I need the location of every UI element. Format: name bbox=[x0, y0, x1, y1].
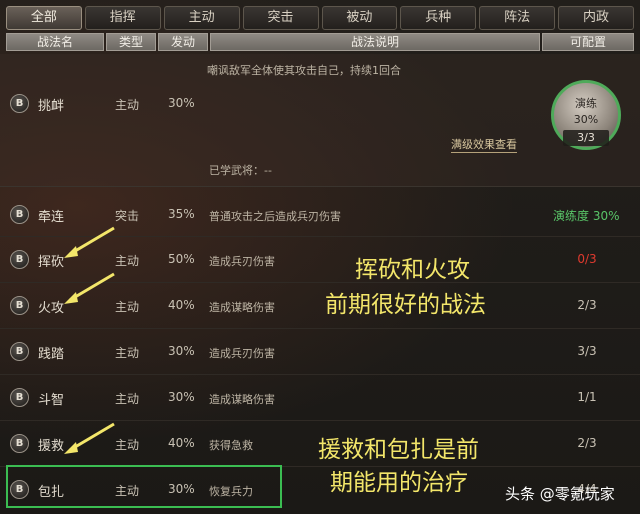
arrow-icon bbox=[64, 422, 115, 454]
skill-rate: 40% bbox=[168, 436, 195, 450]
skill-rate: 50% bbox=[168, 252, 195, 266]
watermark: 头条 @零氪玩家 bbox=[505, 485, 615, 503]
skill-config: 1/1 bbox=[577, 390, 597, 404]
train-count: 3/3 bbox=[563, 130, 609, 146]
skill-desc: 造成谋略伤害 bbox=[209, 301, 275, 314]
annotation-text: 挥砍和火攻 bbox=[355, 257, 470, 283]
annotation-text: 期能用的治疗 bbox=[330, 470, 468, 496]
annotation-text: 前期很好的战法 bbox=[325, 292, 486, 318]
skill-name: 斗智 bbox=[38, 393, 65, 408]
train-percent: 30% bbox=[573, 113, 599, 126]
skill-row-selected[interactable]: B 挑衅 主动 30% 嘲讽敌军全体使其攻击自己，持续1回合 已学武将：-- 满… bbox=[0, 54, 640, 187]
header-config[interactable]: 可配置 bbox=[542, 33, 634, 51]
arrow-icon bbox=[64, 272, 115, 304]
skill-rate: 35% bbox=[168, 207, 195, 221]
learned-generals: 已学武将：-- bbox=[209, 164, 272, 177]
tab-active[interactable]: 主动 bbox=[163, 6, 240, 30]
header-rate[interactable]: 发动 bbox=[158, 33, 208, 51]
header-desc: 战法说明 bbox=[210, 33, 540, 51]
skill-row[interactable]: B 斗智 主动 30% 造成谋略伤害 1/1 bbox=[0, 375, 640, 421]
skill-rate: 30% bbox=[168, 390, 195, 404]
skill-rate: 30% bbox=[168, 96, 195, 110]
skill-desc: 嘲讽敌军全体使其攻击自己，持续1回合 bbox=[207, 64, 401, 77]
skill-row[interactable]: B 践踏 主动 30% 造成兵刃伤害 3/3 bbox=[0, 329, 640, 375]
max-effect-link[interactable]: 满级效果查看 bbox=[451, 136, 517, 153]
skill-config: 演练度 30% bbox=[553, 209, 620, 223]
skill-name: 挑衅 bbox=[38, 99, 65, 114]
grade-badge: B bbox=[10, 205, 29, 224]
skill-config: 2/3 bbox=[577, 436, 597, 450]
skill-config: 2/3 bbox=[577, 298, 597, 312]
skill-rate: 30% bbox=[168, 344, 195, 358]
header-name[interactable]: 战法名 bbox=[6, 33, 104, 51]
skill-desc: 造成兵刃伤害 bbox=[209, 255, 275, 268]
train-label: 演练 bbox=[575, 97, 597, 110]
grade-badge: B bbox=[10, 342, 29, 361]
header-type[interactable]: 类型 bbox=[106, 33, 156, 51]
skill-desc: 造成兵刃伤害 bbox=[209, 347, 275, 360]
tab-assault[interactable]: 突击 bbox=[242, 6, 319, 30]
tab-all[interactable]: 全部 bbox=[6, 6, 82, 30]
grade-badge: B bbox=[10, 388, 29, 407]
skill-name: 践踏 bbox=[38, 347, 65, 362]
tab-internal[interactable]: 内政 bbox=[558, 6, 634, 30]
skill-config: 3/3 bbox=[577, 344, 597, 358]
skill-type: 主动 bbox=[115, 346, 140, 360]
skill-type: 主动 bbox=[115, 98, 140, 112]
skill-type: 主动 bbox=[115, 392, 140, 406]
tab-passive[interactable]: 被动 bbox=[321, 6, 398, 30]
grade-badge: B bbox=[10, 296, 29, 315]
skill-desc: 获得急救 bbox=[209, 439, 253, 452]
grade-badge: B bbox=[10, 250, 29, 269]
highlight-box bbox=[6, 465, 282, 508]
category-tabs: 全部 指挥 主动 突击 被动 兵种 阵法 内政 bbox=[6, 6, 634, 30]
grade-badge: B bbox=[10, 94, 29, 113]
skill-desc: 普通攻击之后造成兵刃伤害 bbox=[209, 210, 341, 223]
annotation-text: 援救和包扎是前 bbox=[318, 437, 479, 463]
grade-badge: B bbox=[10, 434, 29, 453]
skill-config: 0/3 bbox=[577, 252, 597, 266]
tab-formation[interactable]: 阵法 bbox=[479, 6, 556, 30]
skill-rate: 40% bbox=[168, 298, 195, 312]
tab-command[interactable]: 指挥 bbox=[84, 6, 161, 30]
arrow-icon bbox=[64, 226, 115, 258]
skill-desc: 造成谋略伤害 bbox=[209, 393, 275, 406]
tab-troop[interactable]: 兵种 bbox=[400, 6, 477, 30]
